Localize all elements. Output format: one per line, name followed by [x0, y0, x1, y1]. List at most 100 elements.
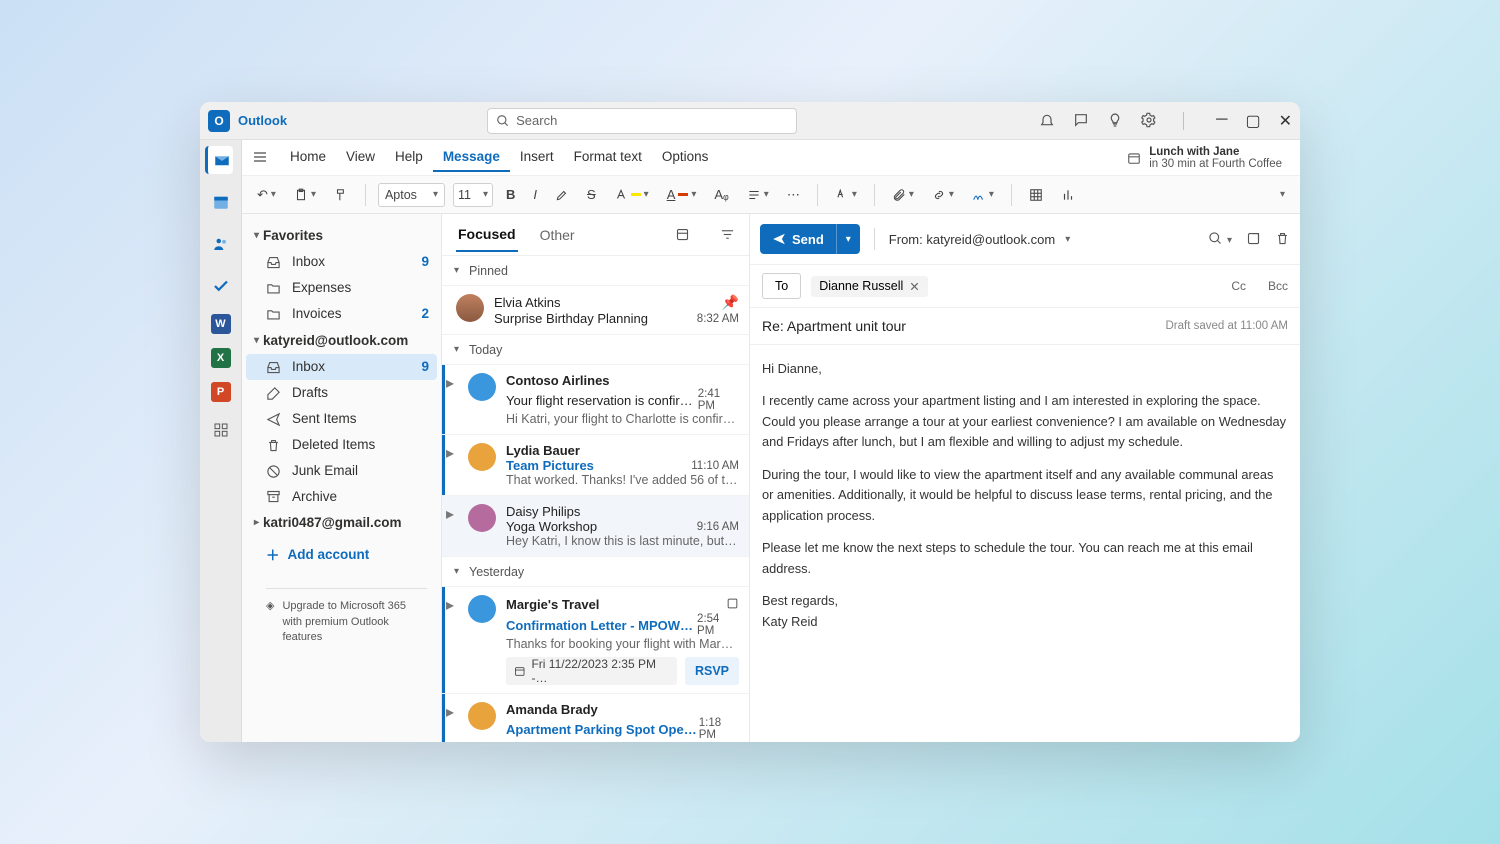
folder-invoices[interactable]: Invoices2 — [246, 301, 437, 327]
expand-chevron-icon[interactable]: ▸ — [446, 373, 460, 426]
calendar-icon — [1127, 151, 1141, 165]
strikethrough-button[interactable]: S — [582, 184, 601, 205]
ribbon: ↶ ▾ ▾ Aptos▾ 11▾ B I S ▾ A ▾ Aᵩ ▾ ⋯ ▾ ▾ — [242, 176, 1300, 214]
folder-inbox[interactable]: Inbox9 — [246, 354, 437, 380]
bell-icon[interactable] — [1039, 112, 1055, 130]
more-formatting-button[interactable]: ⋯ — [782, 184, 805, 206]
tab-other[interactable]: Other — [538, 219, 577, 251]
flag-icon[interactable] — [726, 595, 739, 613]
from-dropdown-icon[interactable]: ▾ — [1065, 234, 1070, 245]
expand-chevron-icon[interactable]: ▸ — [446, 595, 460, 685]
menu-help[interactable]: Help — [385, 143, 433, 172]
highlight-button[interactable] — [550, 185, 574, 205]
search-input[interactable]: Search — [487, 108, 797, 134]
folder-archive[interactable]: Archive — [246, 484, 437, 510]
expand-chevron-icon[interactable]: ▸ — [446, 702, 460, 741]
close-button[interactable]: ✕ — [1279, 111, 1292, 131]
poll-button[interactable] — [1056, 185, 1080, 205]
subject-row: Re: Apartment unit tour Draft saved at 1… — [750, 308, 1300, 345]
attach-button[interactable]: ▾ — [887, 185, 919, 205]
layout-icon[interactable] — [675, 226, 690, 244]
folder-deleted-items[interactable]: Deleted Items — [246, 432, 437, 458]
zoom-icon[interactable]: ▾ — [1208, 230, 1232, 248]
chat-icon[interactable] — [1073, 112, 1089, 130]
send-button[interactable]: Send — [760, 224, 836, 254]
font-color-button[interactable]: A ▾ — [662, 184, 702, 205]
reminder-pill[interactable]: Lunch with Jane in 30 min at Fourth Coff… — [1127, 146, 1290, 170]
section-yesterday[interactable]: ▾Yesterday — [442, 557, 749, 587]
maximize-button[interactable]: ▢ — [1245, 111, 1260, 131]
recipient-chip[interactable]: Dianne Russell✕ — [811, 276, 928, 297]
section-today[interactable]: ▾Today — [442, 335, 749, 365]
paragraph-button[interactable]: ▾ — [742, 185, 774, 205]
undo-button[interactable]: ↶ ▾ — [252, 184, 281, 206]
inbox-icon — [266, 254, 282, 270]
message-item[interactable]: ▸Daisy PhilipsYoga Workshop9:16 AMHey Ka… — [442, 496, 749, 557]
gear-icon[interactable] — [1141, 112, 1157, 130]
message-item[interactable]: ▸Lydia BauerTeam Pictures11:10 AMThat wo… — [442, 435, 749, 496]
upgrade-prompt[interactable]: ◈ Upgrade to Microsoft 365 with premium … — [266, 588, 427, 645]
rail-mail-icon[interactable] — [205, 146, 233, 174]
font-size-selector[interactable]: 11▾ — [453, 183, 493, 207]
menu-message[interactable]: Message — [433, 143, 510, 172]
subject-input[interactable]: Re: Apartment unit tour — [762, 318, 906, 334]
folder-label: Deleted Items — [292, 437, 429, 452]
hamburger-icon[interactable] — [252, 149, 268, 167]
signature-button[interactable]: ▾ — [967, 185, 999, 205]
folder-sent-items[interactable]: Sent Items — [246, 406, 437, 432]
message-item[interactable]: ▸Margie's TravelConfirmation Letter - MP… — [442, 587, 749, 694]
folder-label: Drafts — [292, 385, 429, 400]
message-item[interactable]: Elvia Atkins📌 Surprise Birthday Planning… — [442, 286, 749, 335]
rail-powerpoint-icon[interactable]: P — [211, 382, 231, 402]
rail-todo-icon[interactable] — [207, 272, 235, 300]
rail-calendar-icon[interactable] — [207, 188, 235, 216]
message-item[interactable]: ▸Contoso AirlinesYour flight reservation… — [442, 365, 749, 435]
bcc-button[interactable]: Bcc — [1268, 279, 1288, 293]
message-item[interactable]: ▸Amanda BradyApartment Parking Spot Open… — [442, 694, 749, 742]
menu-options[interactable]: Options — [652, 143, 719, 172]
minimize-button[interactable]: ─ — [1216, 111, 1227, 131]
pin-icon[interactable]: 📌 — [722, 294, 739, 311]
rail-excel-icon[interactable]: X — [211, 348, 231, 368]
account2-header[interactable]: ▸katri0487@gmail.com — [246, 509, 437, 536]
favorites-header[interactable]: ▾Favorites — [246, 222, 437, 249]
expand-chevron-icon[interactable]: ▸ — [446, 504, 460, 548]
font-selector[interactable]: Aptos▾ — [378, 183, 445, 207]
menu-format-text[interactable]: Format text — [564, 143, 652, 172]
bold-button[interactable]: B — [501, 184, 520, 205]
remove-recipient-icon[interactable]: ✕ — [909, 279, 919, 294]
section-pinned[interactable]: ▾Pinned — [442, 256, 749, 286]
table-button[interactable] — [1024, 185, 1048, 205]
folder-junk-email[interactable]: Junk Email — [246, 458, 437, 484]
menu-insert[interactable]: Insert — [510, 143, 564, 172]
folder-inbox[interactable]: Inbox9 — [246, 249, 437, 275]
compose-body[interactable]: Hi Dianne, I recently came across your a… — [750, 345, 1300, 658]
text-highlight-color-button[interactable]: ▾ — [609, 185, 654, 205]
to-button[interactable]: To — [762, 273, 801, 299]
rail-word-icon[interactable]: W — [211, 314, 231, 334]
popout-icon[interactable] — [1246, 230, 1261, 248]
delete-icon[interactable] — [1275, 230, 1290, 248]
account1-header[interactable]: ▾katyreid@outlook.com — [246, 327, 437, 354]
menu-view[interactable]: View — [336, 143, 385, 172]
cc-button[interactable]: Cc — [1231, 279, 1246, 293]
expand-chevron-icon[interactable]: ▸ — [446, 443, 460, 487]
format-painter-button[interactable] — [329, 185, 353, 205]
italic-button[interactable]: I — [528, 184, 542, 205]
link-button[interactable]: ▾ — [927, 185, 959, 205]
folder-expenses[interactable]: Expenses — [246, 275, 437, 301]
add-account-button[interactable]: ＋Add account — [246, 536, 437, 572]
tab-focused[interactable]: Focused — [456, 218, 518, 252]
lightbulb-icon[interactable] — [1107, 112, 1123, 130]
clear-formatting-button[interactable]: Aᵩ — [709, 184, 733, 205]
paste-button[interactable]: ▾ — [289, 185, 321, 205]
styles-button[interactable]: ▾ — [830, 185, 862, 205]
rail-more-apps-icon[interactable] — [207, 416, 235, 444]
folder-drafts[interactable]: Drafts — [246, 380, 437, 406]
rsvp-button[interactable]: RSVP — [685, 657, 739, 685]
send-dropdown[interactable]: ▾ — [836, 224, 860, 254]
menu-home[interactable]: Home — [280, 143, 336, 172]
ribbon-collapse-icon[interactable]: ▾ — [1275, 186, 1290, 203]
rail-people-icon[interactable] — [207, 230, 235, 258]
filter-icon[interactable] — [720, 226, 735, 244]
